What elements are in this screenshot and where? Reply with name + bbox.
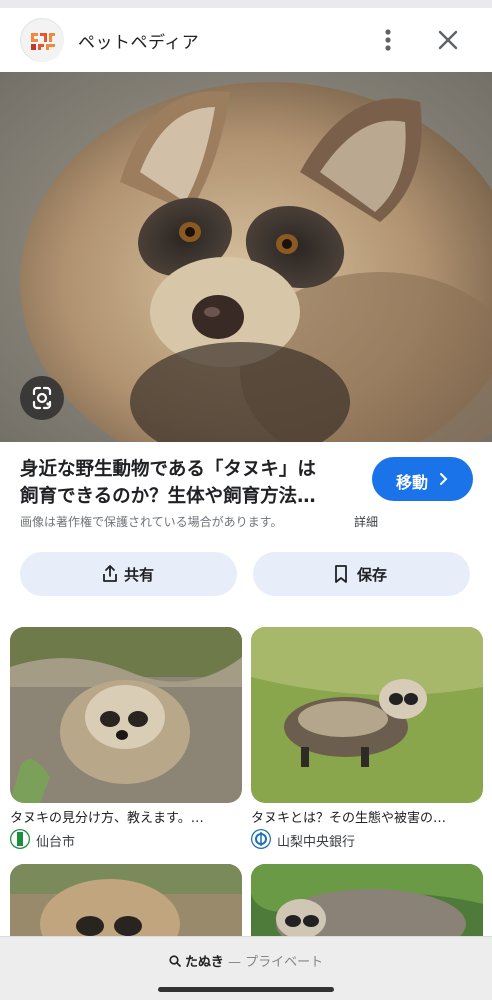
result-title-line1: 身近な野生動物である「タヌキ」は	[20, 459, 316, 480]
home-indicator[interactable]	[158, 987, 334, 992]
result-title[interactable]: 身近な野生動物である「タヌキ」は 飼育できるのか？生体や飼育方法…	[20, 456, 360, 510]
result-title-line2: 飼育できるのか？生体や飼育方法…	[20, 486, 316, 507]
chevron-right-icon	[440, 473, 448, 485]
related-title[interactable]: タヌキとは？その生態や被害の…	[251, 807, 483, 826]
save-button-label: 保存	[357, 566, 388, 584]
main-image[interactable]	[0, 72, 492, 442]
share-button[interactable]: 共有	[20, 552, 237, 596]
site-name[interactable]: ペットペディア	[78, 28, 199, 53]
related-source-name: 山梨中央銀行	[277, 835, 356, 850]
copyright-note: 画像は著作権で保護されている場合があります。	[20, 515, 283, 529]
private-mode-label: プライベート	[245, 955, 324, 970]
site-logo-icon[interactable]	[20, 18, 64, 62]
lens-icon	[32, 386, 52, 410]
status-bar	[0, 0, 492, 8]
address-bar[interactable]: たぬき — プライベート	[0, 951, 492, 970]
lens-search-button[interactable]	[20, 376, 64, 420]
close-icon	[438, 30, 458, 50]
details-link[interactable]: 詳細	[354, 513, 378, 530]
share-icon	[103, 565, 117, 582]
related-source-name: 仙台市	[36, 835, 76, 850]
separator: —	[227, 955, 241, 970]
more-vert-icon	[385, 29, 391, 51]
related-thumbnail[interactable]	[251, 627, 483, 803]
visit-button-label: 移動	[396, 473, 429, 492]
site-header: ペットペディア	[0, 8, 492, 72]
yamanashi-bank-icon	[251, 829, 271, 849]
related-title[interactable]: タヌキの見分け方、教えます。…	[10, 807, 242, 826]
close-button[interactable]	[430, 22, 466, 58]
browser-bottom-bar: たぬき — プライベート	[0, 936, 492, 1000]
save-button[interactable]: 保存	[253, 552, 470, 596]
search-icon	[169, 955, 181, 967]
related-source[interactable]: 山梨中央銀行	[251, 829, 483, 850]
related-thumbnail[interactable]	[10, 627, 242, 803]
share-button-label: 共有	[124, 566, 155, 584]
visit-button[interactable]: 移動	[372, 457, 473, 501]
search-query: たぬき	[185, 955, 224, 970]
bookmark-icon	[335, 565, 347, 583]
related-source[interactable]: 仙台市	[10, 829, 242, 850]
more-options-button[interactable]	[370, 22, 406, 58]
tanuki-photo	[0, 72, 492, 442]
sendai-city-icon	[10, 829, 30, 849]
